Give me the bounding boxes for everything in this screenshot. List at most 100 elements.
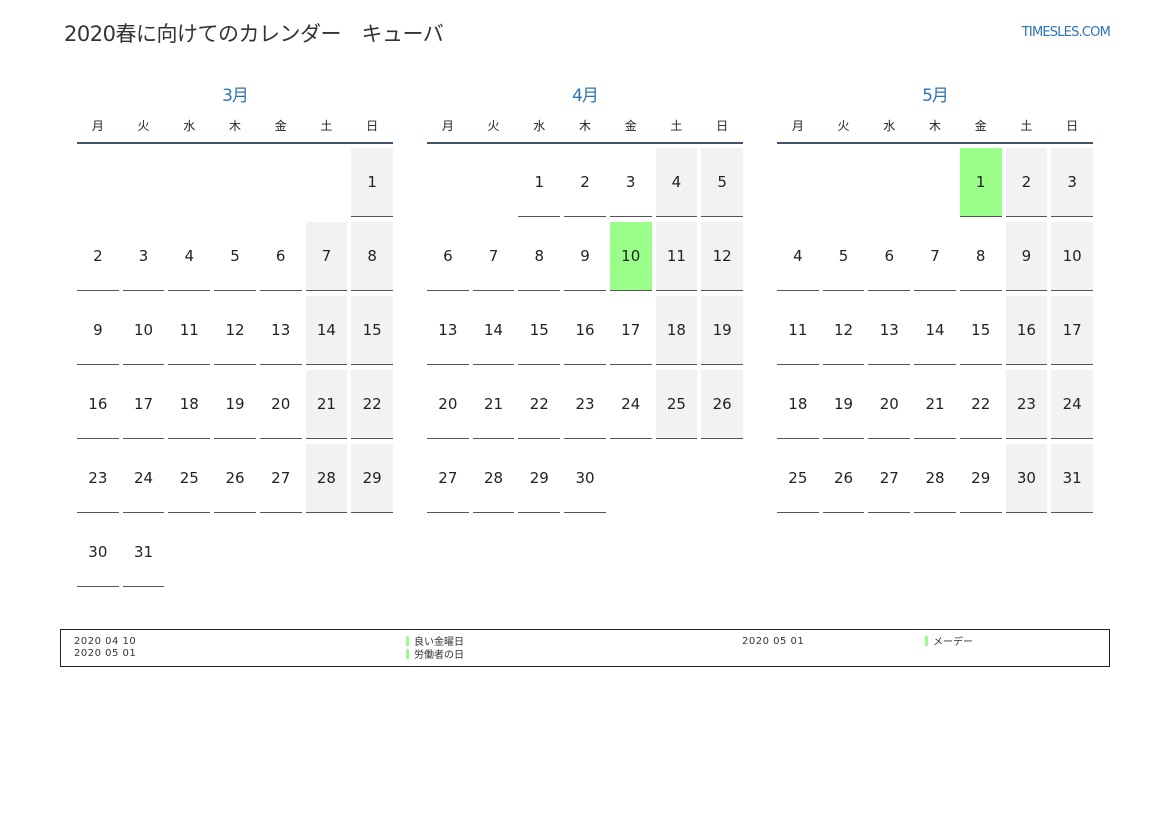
day-cell[interactable]: 3 [609,148,652,217]
day-cell[interactable]: 4 [777,222,819,291]
day-cell[interactable]: 16 [564,296,606,365]
day-cell[interactable]: 19 [214,370,256,439]
day-cell[interactable]: 16 [77,370,119,439]
weekday-label: 土 [1020,119,1033,133]
day-grid: 1 2 3 4 5 6 7 8 9 10 11 12 13 14 15 16 17 18 19 20 21 22 23 24 2… [427,148,743,513]
day-cell[interactable]: 21 [305,370,348,439]
day-cell[interactable]: 22 [351,370,393,439]
day-cell[interactable]: 19 [701,296,743,365]
day-cell[interactable]: 14 [472,296,515,365]
day-cell[interactable]: 11 [777,296,819,365]
month-march: 3月 月火水木金土日 1 2 3 4 5 6 7 8 9 10 11 12 13 14 15 16 17 18 19… [77,84,393,587]
weekday-label: 木 [578,119,591,133]
day-cell[interactable]: 2 [1005,148,1048,217]
day-cell[interactable]: 31 [122,518,165,587]
day-cell[interactable]: 27 [868,444,911,513]
day-cell[interactable]: 9 [1005,222,1048,291]
day-cell[interactable]: 23 [564,370,606,439]
day-cell[interactable]: 30 [77,518,119,587]
site-link[interactable]: TIMESLES.COM [1022,25,1111,40]
day-cell[interactable]: 18 [168,370,211,439]
day-cell[interactable]: 25 [655,370,698,439]
day-cell[interactable]: 22 [518,370,561,439]
day-cell[interactable]: 8 [351,222,393,291]
day-cell[interactable]: 26 [701,370,743,439]
day-cell[interactable]: 5 [214,222,256,291]
day-cell[interactable]: 3 [1051,148,1093,217]
day-cell[interactable]: 15 [351,296,393,365]
day-cell[interactable]: 7 [472,222,515,291]
day-cell[interactable]: 23 [1005,370,1048,439]
day-cell[interactable]: 3 [122,222,165,291]
day-cell[interactable]: 8 [518,222,561,291]
day-cell[interactable]: 11 [655,222,698,291]
day-cell[interactable]: 26 [214,444,256,513]
day-cell[interactable]: 1 [518,148,561,217]
day-cell[interactable]: 18 [777,370,819,439]
day-cell[interactable]: 6 [868,222,911,291]
day-cell[interactable]: 8 [959,222,1002,291]
day-cell[interactable]: 25 [168,444,211,513]
day-cell[interactable]: 24 [609,370,652,439]
day-cell[interactable]: 26 [822,444,865,513]
day-cell[interactable]: 2 [77,222,119,291]
day-cell[interactable]: 13 [427,296,469,365]
day-cell[interactable]: 28 [305,444,348,513]
day-cell-holiday[interactable]: 10 [609,222,652,291]
day-cell[interactable]: 31 [1051,444,1093,513]
day-cell[interactable]: 29 [518,444,561,513]
day-cell[interactable]: 29 [959,444,1002,513]
day-cell[interactable]: 13 [868,296,911,365]
day-cell-holiday[interactable]: 1 [959,148,1002,217]
day-cell[interactable]: 6 [427,222,469,291]
day-cell[interactable]: 17 [122,370,165,439]
day-cell[interactable]: 13 [259,296,302,365]
day-cell[interactable]: 20 [259,370,302,439]
day-cell[interactable]: 19 [822,370,865,439]
day-cell[interactable]: 1 [351,148,393,217]
day-cell[interactable]: 23 [77,444,119,513]
day-cell[interactable]: 21 [914,370,956,439]
day-cell[interactable]: 9 [77,296,119,365]
day-cell[interactable]: 24 [122,444,165,513]
day-cell[interactable]: 12 [214,296,256,365]
day-cell[interactable]: 22 [959,370,1002,439]
day-cell[interactable]: 11 [168,296,211,365]
day-cell[interactable]: 12 [822,296,865,365]
holiday-color-swatch [406,636,409,646]
day-cell[interactable]: 20 [868,370,911,439]
day-cell[interactable]: 30 [1005,444,1048,513]
day-cell[interactable]: 7 [305,222,348,291]
day-cell[interactable]: 29 [351,444,393,513]
day-cell[interactable]: 28 [472,444,515,513]
day-cell[interactable]: 7 [914,222,956,291]
day-cell[interactable]: 21 [472,370,515,439]
day-cell[interactable]: 10 [1051,222,1093,291]
day-cell[interactable]: 14 [305,296,348,365]
day-cell[interactable]: 15 [518,296,561,365]
day-cell[interactable]: 27 [427,444,469,513]
empty-cell [777,148,819,216]
day-cell[interactable]: 12 [701,222,743,291]
day-cell[interactable]: 18 [655,296,698,365]
day-cell[interactable]: 9 [564,222,606,291]
day-cell[interactable]: 5 [701,148,743,217]
day-cell[interactable]: 27 [259,444,302,513]
day-cell[interactable]: 16 [1005,296,1048,365]
day-cell[interactable]: 14 [914,296,956,365]
day-cell[interactable]: 28 [914,444,956,513]
day-cell[interactable]: 2 [564,148,606,217]
day-cell[interactable]: 25 [777,444,819,513]
day-cell[interactable]: 6 [259,222,302,291]
day-cell[interactable]: 10 [122,296,165,365]
day-cell[interactable]: 5 [822,222,865,291]
day-cell[interactable]: 4 [168,222,211,291]
day-cell[interactable]: 15 [959,296,1002,365]
day-cell[interactable]: 17 [1051,296,1093,365]
day-cell[interactable]: 17 [609,296,652,365]
day-cell[interactable]: 4 [655,148,698,217]
weekday-label: 金 [274,119,287,133]
day-cell[interactable]: 20 [427,370,469,439]
day-cell[interactable]: 30 [564,444,606,513]
day-cell[interactable]: 24 [1051,370,1093,439]
